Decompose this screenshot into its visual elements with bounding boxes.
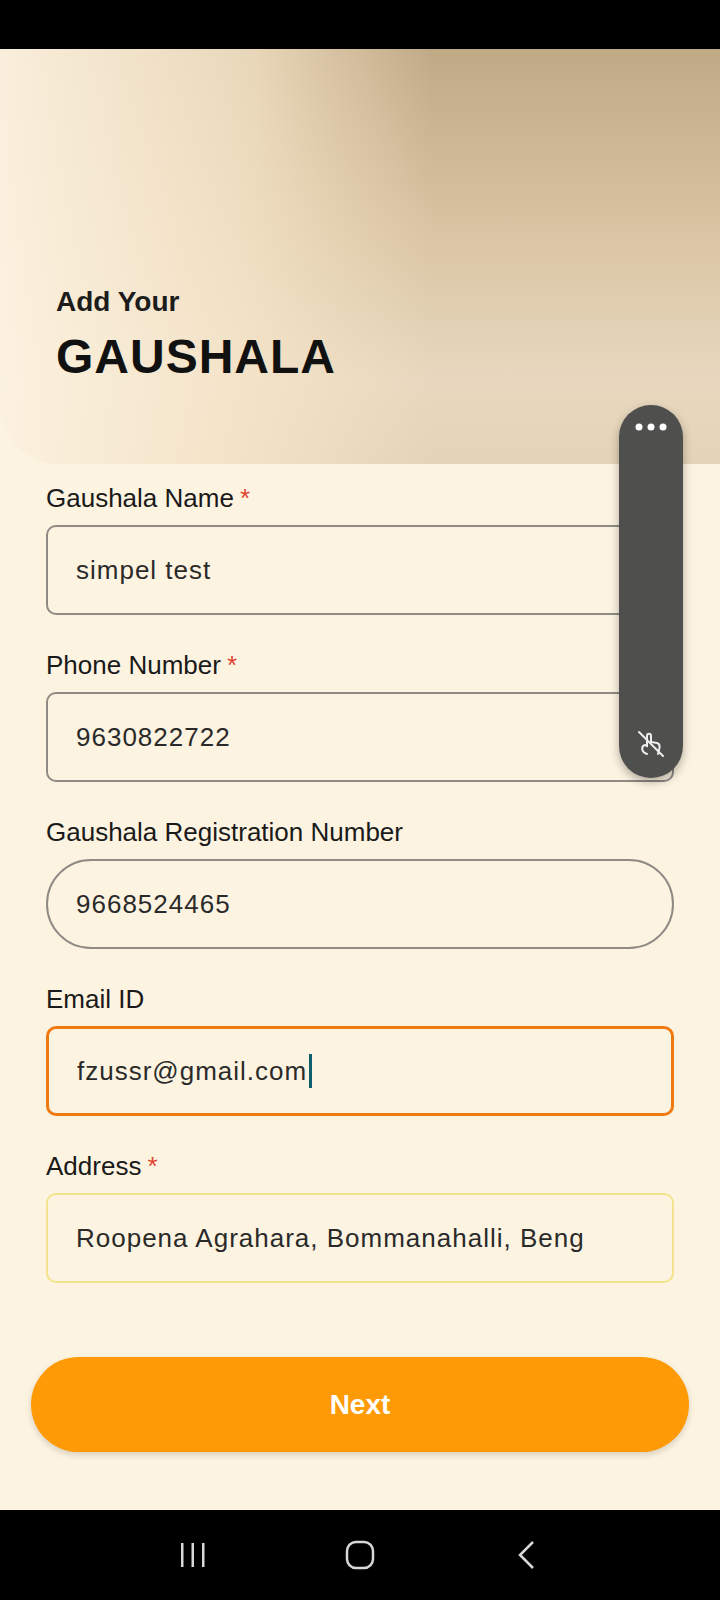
gaushala-form: Gaushala Name* simpel test Phone Number* 96… — [46, 481, 674, 1283]
hero-subtitle: Add Your — [56, 284, 720, 320]
required-mark: * — [240, 483, 250, 513]
home-button[interactable] — [330, 1525, 390, 1585]
hero-title: GAUSHALA — [56, 328, 720, 386]
form-group: Gaushala Registration Number 9668524465 — [46, 815, 674, 949]
status-bar — [0, 0, 720, 49]
recents-icon — [178, 1541, 208, 1569]
text-field[interactable]: 9668524465 — [46, 859, 674, 949]
recents-button[interactable] — [163, 1525, 223, 1585]
text-cursor — [309, 1054, 312, 1088]
more-icon — [633, 421, 669, 433]
text-field[interactable]: Roopena Agrahara, Bommanahalli, Beng — [46, 1193, 674, 1283]
screen: Add Your GAUSHALA Gaushala Name* simpel tes… — [0, 0, 720, 1600]
text-field[interactable]: simpel test — [46, 525, 674, 615]
back-icon — [515, 1539, 539, 1571]
required-mark: * — [227, 650, 237, 680]
field-label: Gaushala Registration Number — [46, 815, 674, 849]
home-icon — [344, 1539, 376, 1571]
back-button[interactable] — [497, 1525, 557, 1585]
required-mark: * — [147, 1151, 157, 1181]
navigation-bar — [0, 1510, 720, 1600]
next-button[interactable]: Next — [31, 1357, 689, 1452]
form-group: Email ID fzussr@gmail.com — [46, 982, 674, 1116]
field-label: Address* — [46, 1149, 674, 1183]
field-label: Gaushala Name* — [46, 481, 674, 515]
no-touch-icon[interactable] — [635, 728, 667, 760]
form-group: Address* Roopena Agrahara, Bommanahalli, … — [46, 1149, 674, 1283]
field-label: Email ID — [46, 982, 674, 1016]
form-group: Gaushala Name* simpel test — [46, 481, 674, 615]
floating-toolbar[interactable] — [619, 405, 683, 778]
field-label: Phone Number* — [46, 648, 674, 682]
form-group: Phone Number* 9630822722 — [46, 648, 674, 782]
text-field[interactable]: 9630822722 — [46, 692, 674, 782]
hero-banner: Add Your GAUSHALA — [0, 49, 720, 464]
form-area: Gaushala Name* simpel test Phone Number* 96… — [0, 464, 720, 1510]
text-field[interactable]: fzussr@gmail.com — [46, 1026, 674, 1116]
